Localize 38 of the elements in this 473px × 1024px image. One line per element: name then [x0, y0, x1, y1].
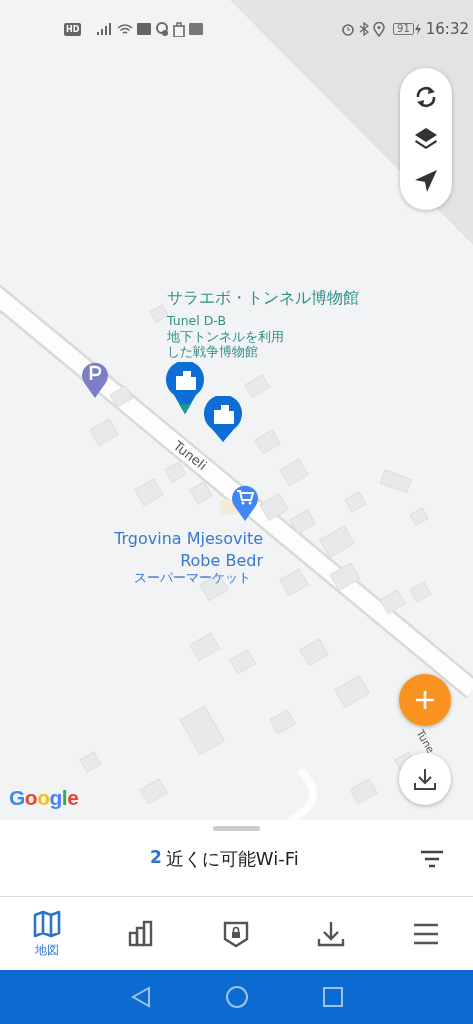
building-footprint	[109, 385, 134, 408]
plus-icon	[414, 689, 436, 711]
hd-indicator: HD	[64, 22, 82, 36]
map-provider-logo: Google	[9, 785, 79, 811]
sheet-title: 近くに可能Wi-Fi	[165, 846, 299, 871]
shopping-cart-pin-icon	[231, 483, 259, 521]
poi-description: 地下トンネルを利用	[167, 329, 284, 344]
map-icon	[32, 908, 63, 939]
bluetooth-icon	[359, 22, 370, 36]
wifi-icon	[117, 22, 134, 36]
battery-level: 91	[393, 23, 414, 35]
shop-name: Robe Bedr	[180, 551, 263, 571]
download-button[interactable]	[399, 753, 451, 805]
building-pin-icon	[203, 396, 243, 442]
map-tab[interactable]: 地図	[0, 897, 95, 970]
poi-description: した戦争博物館	[167, 344, 258, 359]
network-count: 2	[150, 846, 162, 870]
download-icon	[413, 767, 437, 791]
poi-name: サラエボ・トンネル博物館	[167, 288, 359, 308]
layers-icon	[413, 126, 439, 152]
alarm-icon	[341, 22, 356, 36]
building-pin-icon	[165, 362, 205, 414]
building-footprint	[329, 562, 361, 592]
app-notification-icon	[137, 23, 152, 35]
bag-icon	[173, 21, 186, 37]
drag-handle[interactable]	[213, 826, 260, 831]
navigation-arrow-icon	[413, 168, 439, 194]
clock-time: 16:32	[425, 18, 469, 40]
shop-name: Trgovina Mjesovite	[114, 529, 263, 549]
charging-icon	[413, 23, 422, 35]
parking-pin-icon	[81, 360, 109, 398]
poi-description: Tunel D-B	[167, 313, 226, 328]
home-icon[interactable]	[224, 985, 249, 1009]
app-notification-icon	[189, 23, 204, 35]
shop-category: スーパーマーケット	[134, 570, 251, 586]
location-icon	[373, 21, 386, 37]
signal-icon	[97, 23, 114, 35]
recents-icon[interactable]	[320, 985, 345, 1009]
